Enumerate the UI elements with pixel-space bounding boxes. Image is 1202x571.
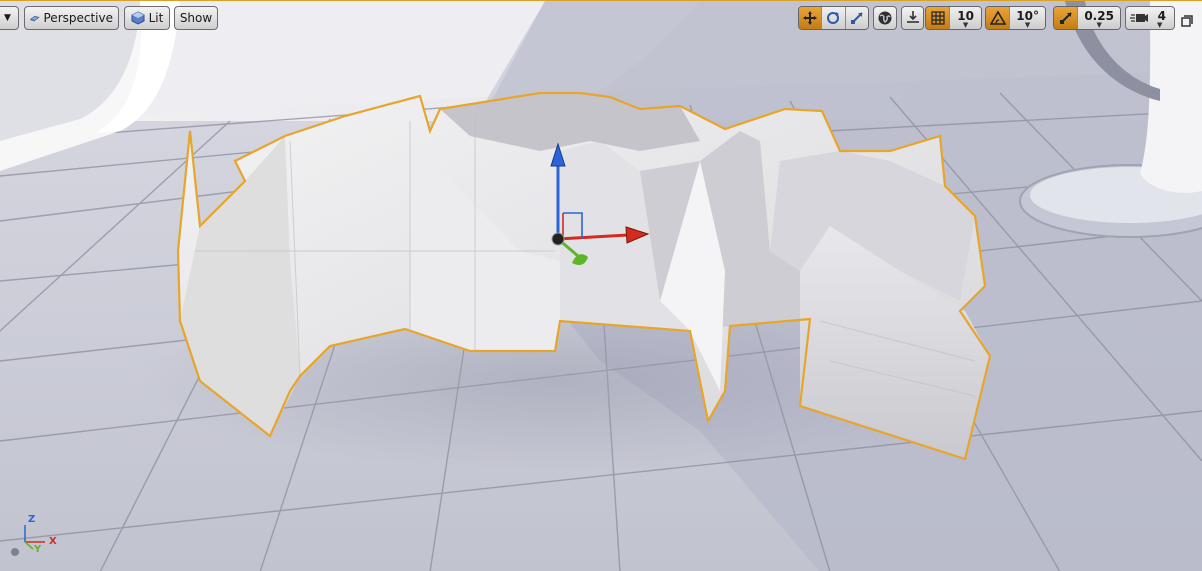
axis-z-label: Z	[28, 514, 36, 525]
world-space-icon	[878, 11, 892, 25]
camera-speed-button[interactable]: 4 ▼	[1125, 6, 1175, 30]
scale-snap-toggle[interactable]	[1054, 7, 1078, 29]
chevron-down-icon: ▼	[1157, 21, 1163, 29]
scale-snap-icon	[1059, 12, 1072, 24]
rotation-snap-dropdown[interactable]: 10° ▼	[1009, 7, 1045, 29]
rotation-snap-toggle[interactable]	[986, 7, 1010, 29]
surface-snapping-button[interactable]	[901, 6, 924, 30]
show-button[interactable]: Show	[174, 6, 218, 30]
view-mode-lit-button[interactable]: Lit	[124, 6, 170, 30]
camera-speed-icon	[1130, 14, 1148, 22]
viewport-options-button[interactable]: ▼	[0, 6, 19, 30]
viewport-options-icon: ▼	[4, 13, 11, 23]
viewport-scene[interactable]	[0, 1, 1202, 571]
show-label: Show	[179, 11, 213, 25]
maximize-icon	[1181, 15, 1193, 27]
chevron-down-icon: ▼	[1096, 21, 1102, 29]
scale-mode-button[interactable]	[844, 7, 868, 29]
grid-snap-icon	[930, 11, 945, 25]
coordinate-system-button[interactable]	[873, 6, 897, 30]
axis-x-label: X	[49, 536, 57, 547]
lit-sphere-icon	[131, 11, 145, 25]
surface-snap-icon	[906, 11, 919, 23]
perspective-label: Perspective	[43, 11, 114, 25]
rotate-icon	[827, 12, 840, 24]
rotate-mode-button[interactable]	[821, 7, 845, 29]
chevron-down-icon: ▼	[962, 21, 969, 29]
translate-mode-button[interactable]	[799, 7, 822, 29]
grid-snap-dropdown[interactable]: 10 ▼	[949, 7, 981, 29]
scale-snap-dropdown[interactable]: 0.25 ▼	[1077, 7, 1120, 29]
level-viewport[interactable]: Z Y X ▼ Perspective Lit Show 10 ▼ 10° ▼ …	[0, 0, 1202, 571]
maximize-viewport-button[interactable]	[1181, 12, 1193, 27]
axis-y-label: Y	[34, 544, 42, 555]
grid-snap-toggle[interactable]	[926, 7, 950, 29]
scale-icon	[850, 12, 863, 24]
transform-mode-group	[798, 6, 869, 30]
scale-snap-group: 0.25 ▼	[1053, 6, 1121, 30]
translate-icon	[803, 11, 818, 25]
rotation-snap-group: 10° ▼	[985, 6, 1046, 30]
lit-label: Lit	[148, 11, 164, 25]
perspective-button[interactable]: Perspective	[24, 6, 119, 30]
perspective-cube-icon	[30, 15, 40, 22]
rotation-snap-icon	[989, 10, 1006, 25]
grid-snap-group: 10 ▼	[925, 6, 982, 30]
chevron-down-icon: ▼	[1024, 21, 1031, 29]
